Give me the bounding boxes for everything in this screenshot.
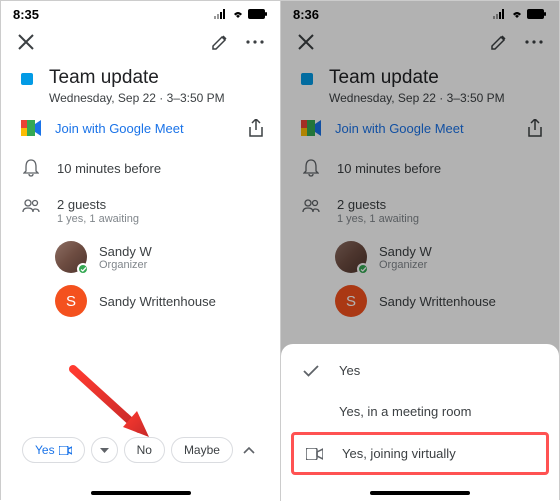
join-meet-button[interactable]: Join with Google Meet [21,120,184,136]
annotation-arrow-icon [61,361,161,451]
guest-count: 2 guests [57,197,139,212]
video-icon [306,448,323,460]
guest-role: Organizer [99,259,152,271]
share-icon[interactable] [248,119,264,137]
option-room-label: Yes, in a meeting room [339,404,471,419]
option-joining-virtually[interactable]: Yes, joining virtually [294,435,546,472]
bell-icon [23,159,39,177]
status-bar: 8:35 [1,1,280,25]
option-meeting-room[interactable]: Yes, in a meeting room [281,391,559,432]
reminder-row[interactable]: 10 minutes before [17,149,264,187]
check-icon [303,365,319,377]
guests-icon [22,199,40,213]
avatar [55,241,87,273]
clock: 8:35 [13,7,39,22]
event-header: Team update Wednesday, Sep 22 · 3–3:50 P… [17,59,264,107]
google-meet-icon [21,120,41,136]
rsvp-options-sheet: Yes Yes, in a meeting room Yes, joining … [281,344,559,501]
close-icon[interactable] [17,33,35,51]
option-yes[interactable]: Yes [281,350,559,391]
option-virtual-label: Yes, joining virtually [342,446,456,461]
annotation-highlight: Yes, joining virtually [291,432,549,475]
calendar-color-chip [21,73,33,85]
reminder-text: 10 minutes before [57,161,161,176]
accepted-badge-icon [77,263,89,275]
edit-icon[interactable] [211,34,228,51]
option-yes-label: Yes [339,363,360,378]
event-datetime: Wednesday, Sep 22 · 3–3:50 PM [49,91,225,105]
signal-icon [214,9,228,19]
wifi-icon [231,9,245,19]
event-title: Team update [49,67,225,89]
rsvp-maybe-button[interactable]: Maybe [171,437,233,463]
home-indicator [91,491,191,495]
screenshot-right: 8:36 Team update Wednesday, Sep 22 · 3–3… [280,1,559,501]
rsvp-yes-label: Yes [35,443,55,457]
rsvp-maybe-label: Maybe [184,443,220,457]
guest-item-2[interactable]: S Sandy Writtenhouse [17,279,264,323]
battery-icon [248,9,268,19]
meet-link-label: Join with Google Meet [55,121,184,136]
guest-name: Sandy Writtenhouse [99,294,216,309]
guests-row[interactable]: 2 guests 1 yes, 1 awaiting [17,187,264,235]
guest-item-1[interactable]: Sandy W Organizer [17,235,264,279]
screenshot-left: 8:35 Team update Wednesday, Sep 22 · 3–3… [1,1,280,501]
guest-summary: 1 yes, 1 awaiting [57,213,139,225]
chevron-up-icon[interactable] [243,447,255,454]
guest-name: Sandy W [99,244,152,259]
avatar: S [55,285,87,317]
toolbar [1,25,280,59]
home-indicator [370,491,470,495]
more-icon[interactable] [246,40,264,44]
status-icons [214,9,268,19]
